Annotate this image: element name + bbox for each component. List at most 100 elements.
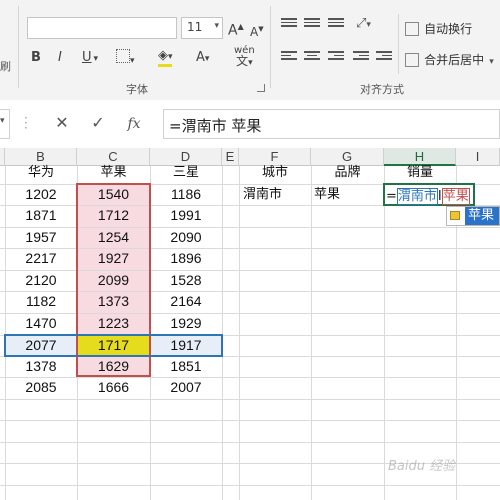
underline-button[interactable]: U ▾ [82,49,98,68]
table-cell-c[interactable]: 1540 [77,183,150,205]
baidu-watermark: Baidu 经验 [388,459,456,474]
chevron-down-icon: ▾ [130,56,135,66]
chevron-down-icon: ▾ [0,116,5,126]
table-cell-d[interactable]: 1929 [150,312,222,334]
table-cell-c[interactable]: 1254 [77,226,150,248]
grow-font-button[interactable]: A▲ [228,18,244,40]
table-cell-c[interactable]: 1629 [77,355,150,377]
autocomplete-item[interactable]: 苹果 [465,207,499,225]
table-cell-b[interactable]: 1202 [5,183,77,205]
edit-prefix: = [386,189,397,204]
table-cell-d[interactable]: 1896 [150,247,222,269]
shrink-font-button[interactable]: A▼ [250,20,264,41]
italic-button[interactable]: I [58,49,62,67]
align-middle-icon[interactable] [304,18,320,30]
ribbon: 刷 11 ▾ A▲ A▼ B I U ▾ ▾ ◈▾ A▾ wén 文▾ 字体 ⤢▾ … [0,0,500,101]
header-huawei[interactable]: 华为 [5,162,77,184]
column-header-i[interactable]: I [456,148,500,166]
enter-button[interactable]: ✓ [88,112,108,134]
gridline [239,166,240,500]
align-group-label: 对齐方式 [360,83,404,96]
name-box[interactable]: ▾ [0,109,10,139]
fill-color-bar [158,64,172,67]
decrease-indent-icon[interactable] [353,51,369,63]
table-cell-b[interactable]: 1378 [5,355,77,377]
chevron-down-icon: ▾ [366,20,371,30]
wrap-text-button[interactable]: 自动换行 [405,18,472,37]
wrap-text-icon [405,21,419,36]
align-top-icon[interactable] [281,18,297,30]
increase-indent-icon[interactable] [376,51,392,63]
phonetic-button[interactable]: wén 文▾ [234,46,255,69]
orientation-button[interactable]: ⤢▾ [356,15,371,34]
chevron-down-icon: ▾ [489,57,494,67]
font-size-value: 11 [187,20,203,34]
table-cell-c[interactable]: 2099 [77,269,150,291]
edit-ref-city: 渭南市 [396,188,438,205]
header-samsung[interactable]: 三星 [150,162,222,184]
chevron-down-icon: ▾ [204,54,210,64]
align-left-icon[interactable] [281,51,297,63]
merge-center-button[interactable]: 合并后居中 ▾ [405,49,494,68]
format-painter-label[interactable]: 刷 [0,58,11,74]
table-cell-c[interactable]: 1712 [77,204,150,226]
name-tag-icon [450,211,460,220]
lookup-city-cell[interactable]: 渭南市 [239,184,293,206]
lookup-brand-cell[interactable]: 苹果 [311,184,364,206]
table-cell-d[interactable]: 1917 [150,334,222,356]
gridline [222,166,223,500]
gridline [0,420,500,421]
font-color-button[interactable]: A▾ [196,49,209,68]
autocomplete-popup[interactable]: 苹果 [446,206,500,226]
edit-ref-brand: 苹果 [441,188,470,205]
table-cell-c[interactable]: 1666 [77,376,150,398]
insert-function-button[interactable]: fx [124,113,144,135]
bold-button[interactable]: B [31,49,41,67]
ribbon-divider [18,6,19,88]
table-cell-c[interactable]: 1373 [77,290,150,312]
column-header-e[interactable]: E [222,148,239,166]
table-cell-b[interactable]: 2085 [5,376,77,398]
align-bottom-icon[interactable] [328,18,344,30]
header-sales[interactable]: 销量 [384,162,456,184]
table-cell-b[interactable]: 1871 [5,204,77,226]
formula-input[interactable]: =渭南市 苹果 [163,109,500,139]
table-cell-d[interactable]: 1851 [150,355,222,377]
chevron-down-icon: ▾ [93,54,99,64]
header-city[interactable]: 城市 [239,162,311,184]
font-size-select[interactable]: 11 ▾ [181,17,223,39]
ribbon-divider [398,14,399,74]
align-right-icon[interactable] [328,51,344,63]
borders-button[interactable]: ▾ [116,49,135,70]
chevron-down-icon: ▾ [168,52,173,62]
gridline [0,399,500,400]
table-cell-b[interactable]: 1957 [5,226,77,248]
table-cell-d[interactable]: 1528 [150,269,222,291]
phonetic-glyph: 文 [236,54,249,68]
active-edit-cell[interactable]: =渭南市Ⅰ苹果 [383,183,475,206]
border-icon [116,49,130,63]
gridline [0,485,500,486]
table-cell-c[interactable]: 1927 [77,247,150,269]
header-apple[interactable]: 苹果 [77,162,150,184]
table-cell-b[interactable]: 1182 [5,290,77,312]
table-cell-b[interactable]: 2217 [5,247,77,269]
font-dialog-launcher-icon[interactable] [257,84,265,92]
font-group-label: 字体 [126,83,148,96]
fill-color-button[interactable]: ◈▾ [158,47,173,67]
cancel-button[interactable]: ✕ [52,112,72,134]
table-cell-b[interactable]: 2077 [5,334,77,356]
table-cell-c[interactable]: 1717 [77,334,150,356]
table-cell-d[interactable]: 1186 [150,183,222,205]
table-cell-d[interactable]: 2164 [150,290,222,312]
table-cell-d[interactable]: 2007 [150,376,222,398]
paint-bucket-icon: ◈ [158,48,168,63]
table-cell-b[interactable]: 2120 [5,269,77,291]
table-cell-c[interactable]: 1223 [77,312,150,334]
font-name-select[interactable] [27,17,177,39]
header-brand[interactable]: 品牌 [311,162,384,184]
align-center-icon[interactable] [304,51,320,63]
table-cell-b[interactable]: 1470 [5,312,77,334]
table-cell-d[interactable]: 2090 [150,226,222,248]
table-cell-d[interactable]: 1991 [150,204,222,226]
